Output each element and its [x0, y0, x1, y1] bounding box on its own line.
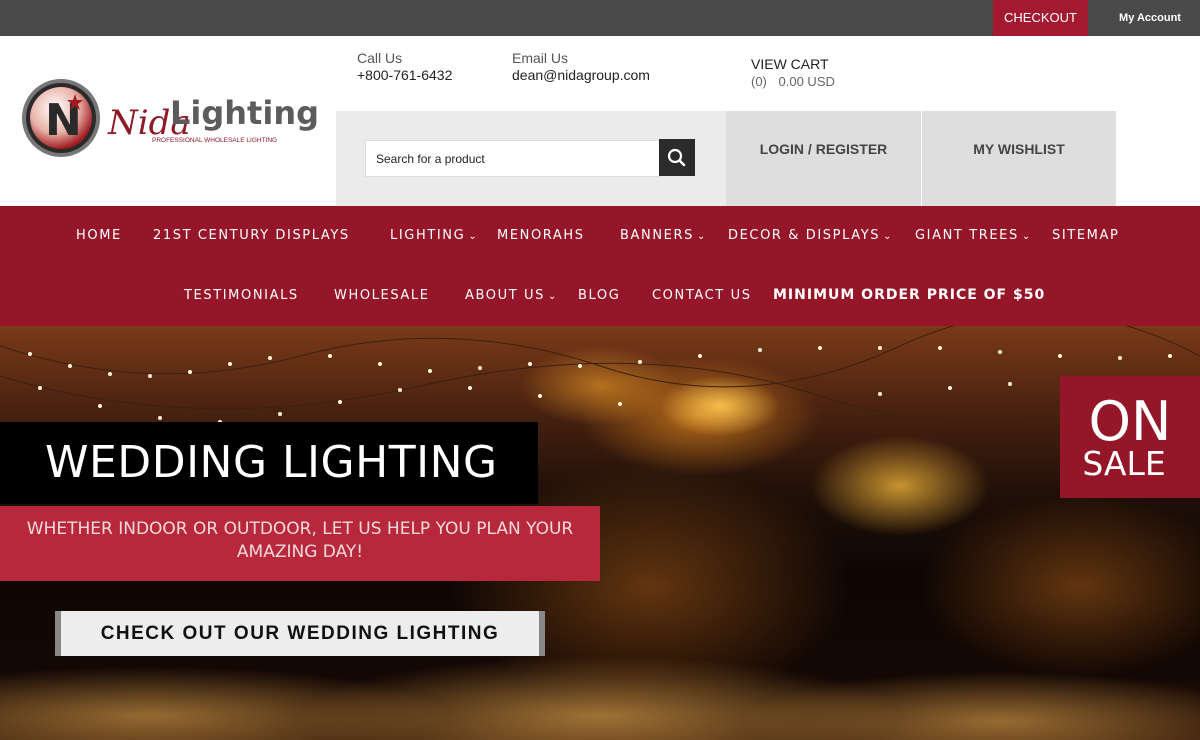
nav-testimonials-label: TESTIMONIALS [184, 288, 299, 303]
hero-banner[interactable]: WEDDING LIGHTING WHETHER INDOOR OR OUTDO… [0, 326, 1200, 740]
chevron-down-icon: ⌄ [547, 291, 557, 302]
search-input[interactable] [365, 140, 660, 177]
nav-banners-label: BANNERS [620, 228, 694, 243]
site-header: N Nida Lighting PROFESSIONAL WHOLESALE L… [0, 36, 1200, 206]
nav-about-us[interactable]: ABOUT US ⌄ [465, 288, 556, 303]
nav-testimonials[interactable]: TESTIMONIALS [184, 288, 299, 303]
main-navigation: HOME 21ST CENTURY DISPLAYS LIGHTING ⌄ MEN… [0, 206, 1200, 326]
search-icon [667, 148, 686, 167]
hero-subtitle: WHETHER INDOOR OR OUTDOOR, LET US HELP Y… [0, 506, 600, 581]
minimum-order-notice: MINIMUM ORDER PRICE OF $50 [773, 287, 1046, 303]
my-account-link[interactable]: My Account [1100, 0, 1200, 36]
checkout-button[interactable]: CHECKOUT [993, 0, 1088, 36]
call-us-label: Call Us [357, 50, 403, 66]
nav-sitemap-label: SITEMAP [1052, 228, 1120, 243]
email-address[interactable]: dean@nidagroup.com [512, 67, 650, 84]
on-sale-badge[interactable]: ON SALE [1060, 376, 1200, 498]
view-cart-label[interactable]: VIEW CART [751, 56, 835, 73]
chevron-down-icon: ⌄ [468, 231, 477, 242]
view-cart[interactable]: VIEW CART (0) 0.00 USD [751, 56, 835, 90]
top-bar: CHECKOUT My Account [0, 0, 1200, 36]
search-button[interactable] [659, 139, 695, 176]
nav-menorahs-label: MENORAHS [497, 228, 585, 243]
nav-giant-trees[interactable]: GIANT TREES ⌄ [915, 228, 1030, 243]
chevron-down-icon: ⌄ [696, 231, 706, 242]
logo-graphic: N Nida Lighting PROFESSIONAL WHOLESALE L… [22, 79, 319, 157]
nav-home[interactable]: HOME [76, 228, 122, 243]
nav-blog[interactable]: BLOG [578, 288, 620, 303]
logo-lighting: Lighting [170, 94, 319, 132]
hero-title: WEDDING LIGHTING [0, 422, 538, 504]
nav-banners[interactable]: BANNERS ⌄ [620, 228, 705, 243]
nav-home-label: HOME [76, 228, 122, 243]
nav-sitemap[interactable]: SITEMAP [1052, 228, 1119, 243]
nav-21st-century-displays[interactable]: 21ST CENTURY DISPLAYS [153, 228, 350, 243]
wedding-lighting-cta-button[interactable]: CHECK OUT OUR WEDDING LIGHTING [55, 611, 545, 656]
on-sale-badge-sale: SALE [1082, 444, 1166, 483]
on-sale-badge-on: ON [1088, 390, 1172, 453]
nav-decor-displays-label: DECOR & DISPLAYS [728, 228, 881, 243]
call-us: Call Us +800-761-6432 [357, 50, 452, 84]
search-area [336, 111, 726, 206]
nav-lighting-label: LIGHTING [390, 228, 466, 243]
login-register-button[interactable]: LOGIN / REGISTER [726, 111, 921, 206]
my-wishlist-button[interactable]: MY WISHLIST [922, 111, 1116, 206]
nav-menorahs[interactable]: MENORAHS [497, 228, 585, 243]
nav-giant-trees-label: GIANT TREES [915, 228, 1019, 243]
cart-total: 0.00 USD [778, 74, 835, 89]
nav-about-us-label: ABOUT US [465, 288, 545, 303]
nav-wholesale[interactable]: WHOLESALE [334, 288, 430, 303]
cart-count: (0) [751, 74, 767, 89]
nav-decor-displays[interactable]: DECOR & DISPLAYS ⌄ [728, 228, 892, 243]
nav-lighting[interactable]: LIGHTING ⌄ [390, 228, 477, 243]
phone-number[interactable]: +800-761-6432 [357, 67, 452, 84]
cart-summary: (0) 0.00 USD [751, 73, 835, 90]
nav-blog-label: BLOG [578, 288, 621, 303]
nav-contact-us-label: CONTACT US [652, 288, 752, 303]
email-us-label: Email Us [512, 50, 569, 66]
site-logo[interactable]: N Nida Lighting PROFESSIONAL WHOLESALE L… [20, 76, 320, 161]
nav-wholesale-label: WHOLESALE [334, 288, 430, 303]
nav-contact-us[interactable]: CONTACT US [652, 288, 752, 303]
nav-21st-century-displays-label: 21ST CENTURY DISPLAYS [153, 228, 350, 243]
logo-tagline: PROFESSIONAL WHOLESALE LIGHTING [152, 137, 277, 144]
chevron-down-icon: ⌄ [1021, 231, 1031, 242]
email-us: Email Us dean@nidagroup.com [512, 50, 650, 84]
chevron-down-icon: ⌄ [883, 231, 892, 242]
